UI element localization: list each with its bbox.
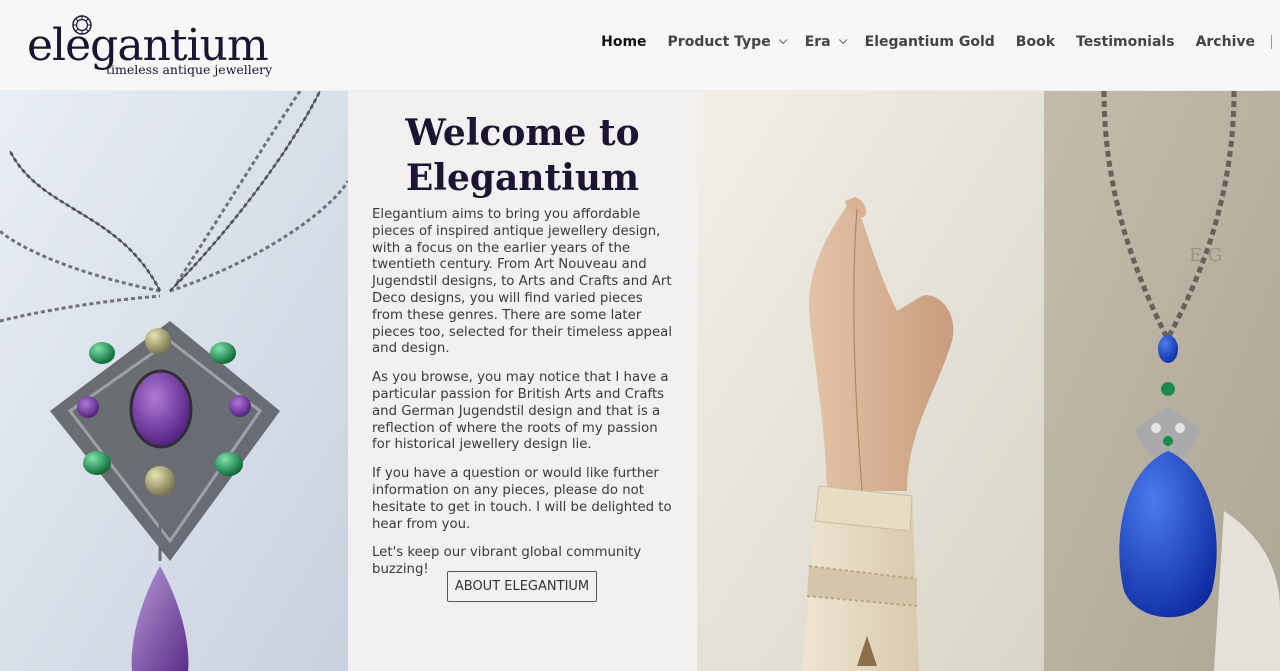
nav-item-book[interactable]: Book [1016,34,1055,50]
chevron-down-icon [838,35,847,45]
intro-text: Elegantium aims to bring you affordable … [372,207,676,591]
title-line-1: Welcome to [405,112,640,154]
nav-item-archive[interactable]: Archive [1196,34,1255,50]
necklace-image-panel [0,91,348,671]
intro-paragraph: As you browse, you may notice that I hav… [372,370,669,453]
intro-paragraph: If you have a question or would like fur… [372,466,672,532]
svg-text:E G: E G [1189,245,1222,266]
nav-item-label: Product Type [667,34,771,50]
nav-item-testimonials[interactable]: Testimonials [1076,34,1175,50]
hand-chain-image-panel [697,91,1044,671]
main-nav: Home Product Type Era Elegantium Gold Bo… [580,34,1272,50]
logo-tagline: timeless antique jewellery [106,62,273,77]
nav-item-label: Home [601,34,647,50]
nav-item-label: Era [804,34,831,50]
nav-item-label: Elegantium Gold [864,34,995,50]
chevron-down-icon [778,35,788,45]
nav-item-home[interactable]: Home [601,34,646,50]
nav-item-elegantium-gold[interactable]: Elegantium Gold [865,34,995,50]
site-header: elegantium timeless antique jewellery Ho… [0,0,1280,91]
nav-item-label: Archive [1195,34,1255,50]
lapis-pendant-image: E G [1044,91,1280,671]
nav-item-product-type[interactable]: Product Type [667,34,788,50]
nav-item-label: Testimonials [1076,34,1175,50]
site-logo[interactable]: elegantium timeless antique jewellery [27,14,272,80]
nav-overflow-divider [1271,35,1272,49]
about-elegantium-button[interactable]: ABOUT ELEGANTIUM [447,571,597,602]
page-title: Welcome to Elegantium [348,111,697,201]
title-line-2: Elegantium [405,157,640,199]
blue-pendant-image-panel: E G [1044,91,1280,671]
nav-item-label: Book [1015,34,1055,50]
amethyst-pendant-image [0,91,348,671]
hand-holding-chain-image [697,91,1044,671]
nav-item-era[interactable]: Era [804,34,847,50]
intro-panel: Welcome to Elegantium Elegantium aims to… [348,91,697,671]
intro-paragraph: Elegantium aims to bring you affordable … [372,207,673,357]
